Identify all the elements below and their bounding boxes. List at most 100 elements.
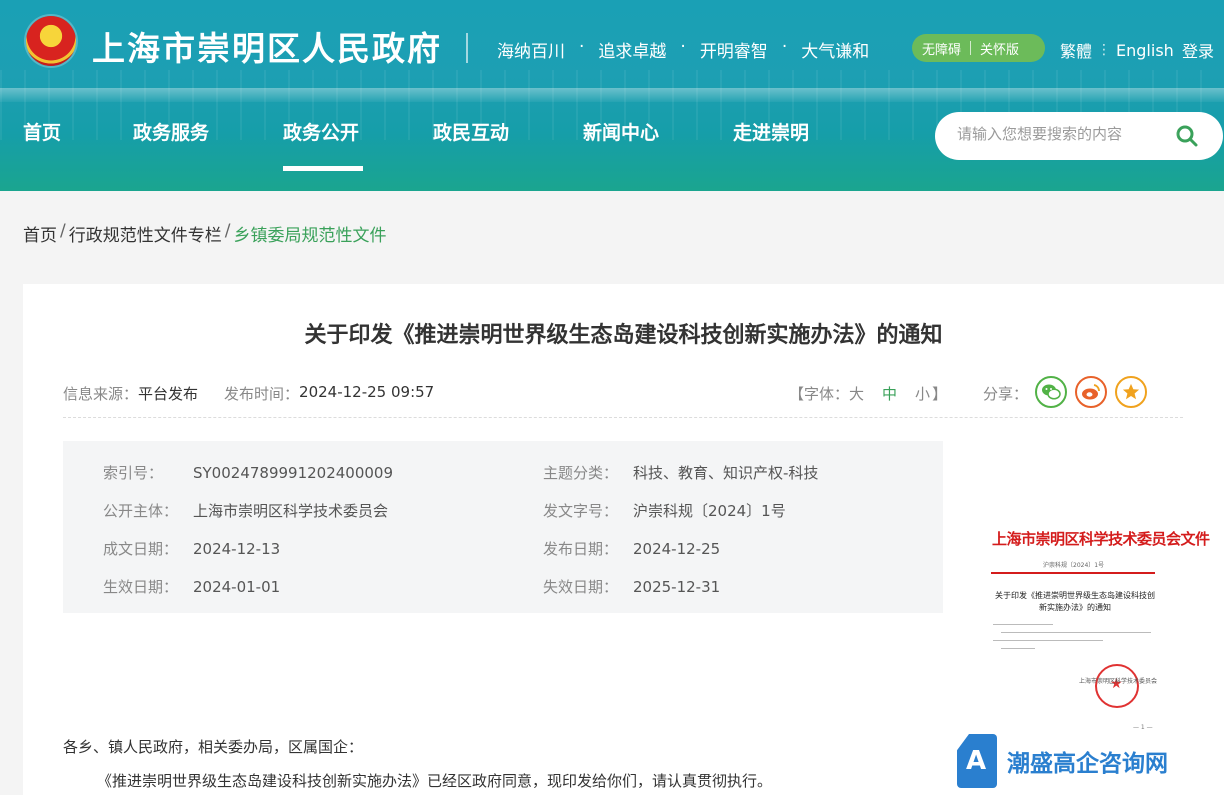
info-label: 索引号： bbox=[103, 464, 164, 482]
watermark-logo-icon bbox=[957, 734, 997, 788]
thumbnail-red-line bbox=[991, 572, 1155, 574]
font-large-button[interactable]: 大 bbox=[849, 383, 864, 404]
article-salutation: 各乡、镇人民政府，相关委办局，区属国企： bbox=[63, 738, 364, 756]
slogan-3: 开明睿智 bbox=[699, 42, 768, 62]
info-label: 公开主体： bbox=[103, 502, 179, 520]
breadcrumb-home[interactable]: 首页 bbox=[23, 221, 57, 246]
nav-active-indicator bbox=[283, 166, 363, 171]
login-link[interactable]: 登录 bbox=[1182, 38, 1214, 62]
thumbnail-signature: 上海市崇明区科学技术委员会 bbox=[1079, 678, 1158, 685]
breadcrumb-sep: / bbox=[224, 221, 231, 241]
language-switch: 繁體 ⋮ English bbox=[1060, 38, 1174, 62]
info-label: 生效日期： bbox=[103, 578, 179, 596]
nav-item-services[interactable]: 政务服务 bbox=[133, 118, 209, 145]
header-bridge-decoration bbox=[0, 88, 1224, 102]
thumbnail-title: 关于印发《推进崇明世界级生态岛建设科技创新实施办法》的通知 bbox=[995, 591, 1155, 612]
wechat-share-button[interactable] bbox=[1035, 376, 1067, 408]
info-value: 2024-01-01 bbox=[193, 578, 281, 596]
search-button[interactable] bbox=[1175, 124, 1199, 148]
info-publish-date: 发布日期： 2024-12-25 bbox=[543, 538, 720, 559]
slogan-dot: · bbox=[579, 37, 585, 57]
info-label: 成文日期： bbox=[103, 540, 179, 558]
watermark: 潮盛高企咨询网 bbox=[957, 734, 1187, 790]
article-meta: 信息来源： 平台发布 发布时间： 2024-12-25 09:57 bbox=[63, 383, 434, 404]
info-label: 发文字号： bbox=[543, 502, 619, 520]
slogan-dot: · bbox=[680, 37, 686, 57]
thumbnail-page: — 1 — bbox=[1133, 724, 1153, 731]
source-label: 信息来源： bbox=[63, 385, 139, 403]
slogans: 海纳百川 · 追求卓越 · 开明睿智 · 大气谦和 bbox=[497, 37, 869, 62]
watermark-text: 潮盛高企咨询网 bbox=[1007, 750, 1168, 777]
language-divider: ⋮ bbox=[1097, 42, 1112, 58]
nav-item-about[interactable]: 走进崇明 bbox=[733, 118, 809, 145]
search-input[interactable] bbox=[957, 125, 1167, 143]
accessibility-toggle: 无障碍 关怀版 bbox=[912, 34, 1045, 62]
font-medium-button[interactable]: 中 bbox=[882, 383, 897, 404]
info-doc-no: 发文字号： 沪崇科规〔2024〕1号 bbox=[543, 500, 786, 521]
care-version-link[interactable]: 关怀版 bbox=[980, 39, 1019, 58]
info-label: 主题分类： bbox=[543, 464, 619, 482]
slogan-2: 追求卓越 bbox=[598, 42, 667, 62]
site-header: 上海市崇明区人民政府 海纳百川 · 追求卓越 · 开明睿智 · 大气谦和 无障碍… bbox=[0, 0, 1224, 191]
access-divider bbox=[970, 41, 972, 55]
source-value: 平台发布 bbox=[138, 385, 199, 403]
nav-item-news[interactable]: 新闻中心 bbox=[583, 118, 659, 145]
document-info-table: 索引号： SY0024789991202400009 主题分类： 科技、教育、知识产… bbox=[63, 441, 943, 613]
info-label: 失效日期： bbox=[543, 578, 619, 596]
document-thumbnail[interactable]: 上海市崇明区科学技术委员会文件 沪崇科规〔2024〕1号 关于印发《推进崇明世界… bbox=[983, 520, 1210, 740]
slogan-dot: · bbox=[781, 37, 788, 57]
nav-item-openness[interactable]: 政务公开 bbox=[283, 118, 359, 145]
thumbnail-text-line bbox=[993, 624, 1053, 625]
font-label-open: 【字体： bbox=[789, 385, 850, 403]
info-value: 2024-12-13 bbox=[193, 540, 281, 558]
info-publisher: 公开主体： 上海市崇明区科学技术委员会 bbox=[103, 500, 388, 521]
search-box bbox=[935, 112, 1223, 160]
article-title: 关于印发《推进崇明世界级生态岛建设科技创新实施办法》的通知 bbox=[304, 323, 943, 348]
info-value: 上海市崇明区科学技术委员会 bbox=[193, 502, 389, 520]
thumbnail-text-line bbox=[1001, 648, 1035, 649]
star-icon bbox=[1122, 383, 1140, 400]
site-title[interactable]: 上海市崇明区人民政府 bbox=[92, 22, 442, 70]
time-label: 发布时间： bbox=[224, 385, 300, 403]
nav-item-home[interactable]: 首页 bbox=[23, 118, 61, 145]
nav-item-interaction[interactable]: 政民互动 bbox=[433, 118, 509, 145]
info-written-date: 成文日期： 2024-12-13 bbox=[103, 538, 280, 559]
slogan-4: 大气谦和 bbox=[801, 42, 870, 62]
search-icon bbox=[1176, 125, 1198, 147]
info-value: 2025-12-31 bbox=[633, 578, 721, 596]
wechat-icon bbox=[1042, 384, 1061, 400]
thumbnail-text-line bbox=[1001, 632, 1151, 633]
info-value: SY0024789991202400009 bbox=[193, 464, 394, 482]
english-link[interactable]: English bbox=[1116, 41, 1174, 60]
info-topic: 主题分类： 科技、教育、知识产权-科技 bbox=[543, 462, 818, 483]
title-divider bbox=[466, 33, 468, 63]
font-label-close: 】 bbox=[932, 385, 948, 403]
official-seal-icon bbox=[1095, 664, 1139, 708]
info-value: 科技、教育、知识产权-科技 bbox=[633, 464, 819, 482]
slogan-1: 海纳百川 bbox=[497, 42, 565, 62]
barrier-free-link[interactable]: 无障碍 bbox=[922, 39, 961, 58]
weibo-share-button[interactable] bbox=[1075, 376, 1107, 408]
favorite-share-button[interactable] bbox=[1115, 376, 1147, 408]
font-small-button[interactable]: 小 bbox=[915, 383, 930, 404]
info-effective-date: 生效日期： 2024-01-01 bbox=[103, 576, 280, 597]
meta-divider bbox=[63, 417, 1183, 418]
traditional-chinese-link[interactable]: 繁體 bbox=[1060, 38, 1092, 62]
breadcrumb-current[interactable]: 乡镇委局规范性文件 bbox=[233, 221, 386, 246]
info-index-no: 索引号： SY0024789991202400009 bbox=[103, 462, 393, 483]
breadcrumb-sep: / bbox=[60, 221, 66, 241]
info-expire-date: 失效日期： 2025-12-31 bbox=[543, 576, 720, 597]
time-value: 2024-12-25 09:57 bbox=[299, 383, 435, 401]
share-label: 分享： bbox=[983, 385, 1029, 403]
info-label: 发布日期： bbox=[543, 540, 619, 558]
article-paragraph: 《推进崇明世界级生态岛建设科技创新实施办法》已经区政府同意，现印发给你们，请认真… bbox=[97, 772, 773, 790]
font-size-switcher: 【字体： 大 中 小 】 bbox=[789, 383, 947, 404]
thumbnail-text-line bbox=[993, 640, 1103, 641]
national-emblem-icon[interactable] bbox=[26, 16, 76, 66]
thumbnail-ref: 沪崇科规〔2024〕1号 bbox=[1043, 562, 1105, 569]
article-card: 关于印发《推进崇明世界级生态岛建设科技创新实施办法》的通知 信息来源： 平台发布… bbox=[23, 284, 1224, 795]
info-value: 2024-12-25 bbox=[633, 540, 721, 558]
thumbnail-header: 上海市崇明区科学技术委员会文件 bbox=[992, 530, 1210, 548]
breadcrumb-regulations[interactable]: 行政规范性文件专栏 bbox=[69, 221, 222, 246]
info-value: 沪崇科规〔2024〕1号 bbox=[633, 502, 786, 520]
